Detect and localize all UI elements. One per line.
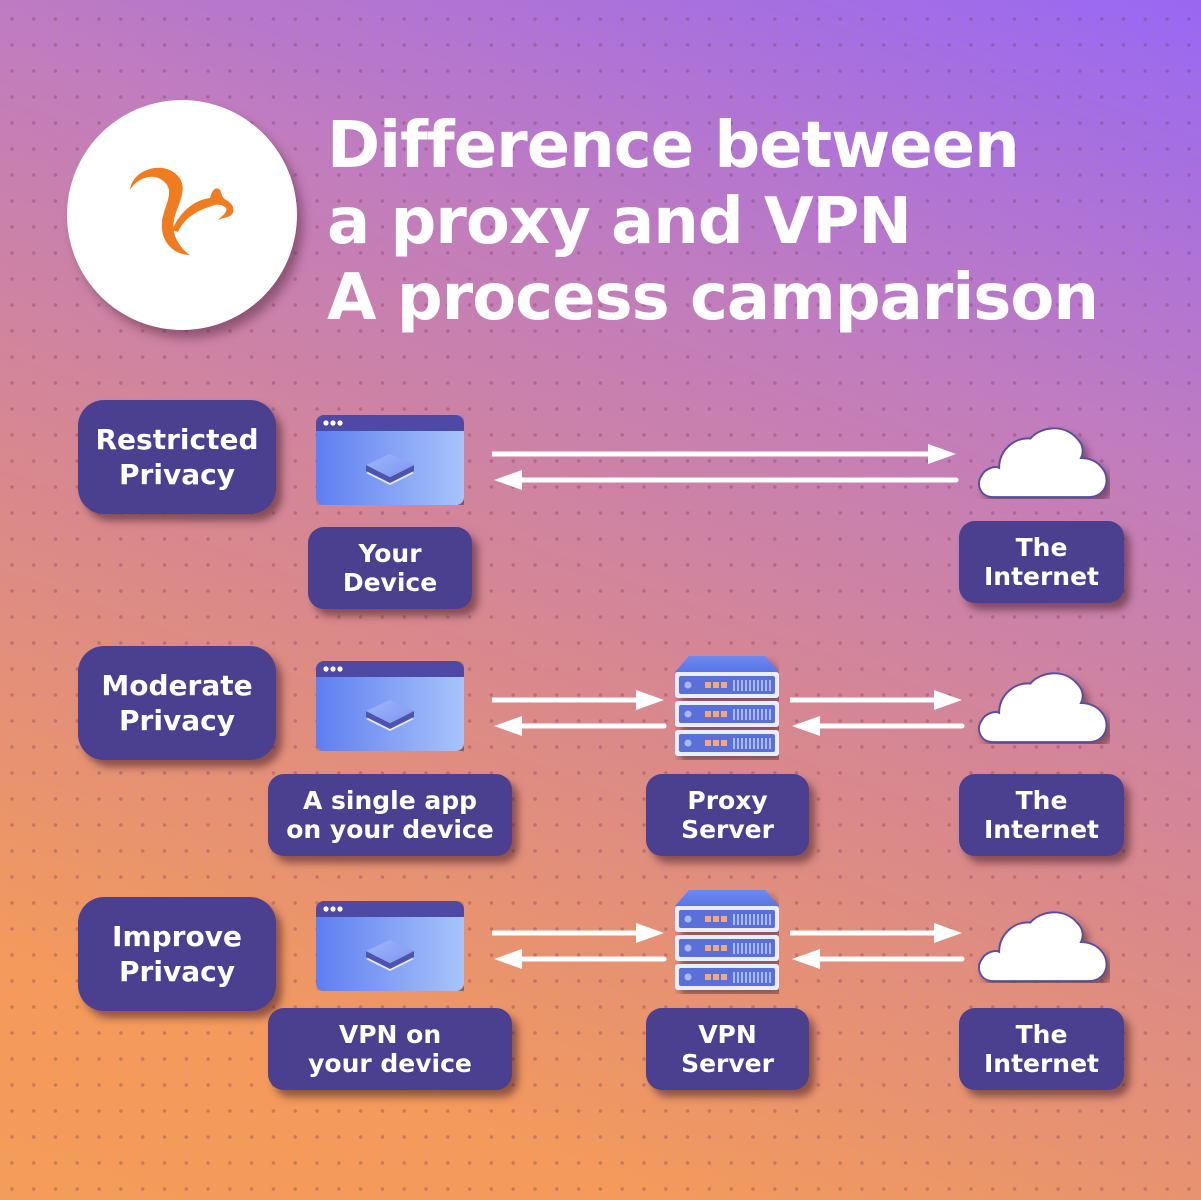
node-label-internet: The Internet bbox=[959, 774, 1124, 856]
bidirectional-arrows bbox=[492, 690, 668, 738]
node-label-single-app: A single app on your device bbox=[268, 774, 512, 856]
privacy-level-text: Privacy bbox=[119, 955, 235, 988]
node-label-vpn-device: VPN on your device bbox=[268, 1008, 512, 1090]
privacy-level-text: Improve bbox=[112, 920, 242, 953]
node-label-text: Internet bbox=[983, 815, 1100, 844]
node-label-text: The bbox=[1015, 1019, 1068, 1049]
node-label-text: The bbox=[1015, 785, 1068, 815]
cloud-icon bbox=[977, 911, 1108, 983]
node-label-text: The bbox=[1015, 532, 1068, 562]
privacy-level-text: Restricted bbox=[95, 423, 259, 456]
bidirectional-arrows bbox=[492, 923, 668, 971]
privacy-level-text: Privacy bbox=[119, 458, 235, 491]
bidirectional-arrows bbox=[790, 690, 966, 738]
bidirectional-arrows bbox=[492, 444, 962, 492]
node-label-text: Internet bbox=[983, 1049, 1100, 1078]
node-label-text: Server bbox=[681, 815, 774, 844]
squirrel-logo-icon bbox=[130, 167, 234, 255]
node-label-internet: The Internet bbox=[959, 521, 1124, 603]
browser-window-icon bbox=[316, 901, 464, 991]
node-label-text: VPN bbox=[698, 1019, 757, 1049]
node-label-text: VPN on bbox=[338, 1019, 442, 1049]
node-label-text: Your bbox=[358, 538, 422, 568]
browser-window-icon bbox=[316, 415, 464, 505]
privacy-level-text: Moderate bbox=[101, 669, 253, 702]
server-icon bbox=[675, 890, 779, 994]
title-line: A process camparison bbox=[327, 261, 1099, 335]
node-label-text: your device bbox=[308, 1049, 472, 1078]
node-label-your-device: Your Device bbox=[308, 527, 472, 609]
privacy-level-improve: Improve Privacy bbox=[78, 897, 276, 1011]
cloud-icon bbox=[977, 427, 1108, 499]
title-line: a proxy and VPN bbox=[327, 185, 912, 259]
node-label-internet: The Internet bbox=[959, 1008, 1124, 1090]
cloud-icon bbox=[977, 672, 1108, 744]
bidirectional-arrows bbox=[790, 923, 966, 971]
node-label-text: Proxy bbox=[687, 785, 768, 815]
title-line: Difference between bbox=[327, 109, 1020, 183]
privacy-level-moderate: Moderate Privacy bbox=[78, 646, 276, 760]
page-title: Difference between a proxy and VPN A pro… bbox=[327, 108, 1099, 336]
node-label-text: Internet bbox=[983, 562, 1100, 591]
browser-window-icon bbox=[316, 661, 464, 751]
logo-badge bbox=[67, 100, 297, 330]
server-icon bbox=[675, 656, 779, 760]
privacy-level-text: Privacy bbox=[119, 704, 235, 737]
node-label-text: Server bbox=[681, 1049, 774, 1078]
node-label-text: A single app bbox=[302, 785, 478, 815]
node-label-text: Device bbox=[342, 568, 438, 597]
node-label-vpn-server: VPN Server bbox=[646, 1008, 809, 1090]
node-label-proxy-server: Proxy Server bbox=[646, 774, 809, 856]
privacy-level-restricted: Restricted Privacy bbox=[78, 400, 276, 514]
node-label-text: on your device bbox=[286, 815, 494, 844]
